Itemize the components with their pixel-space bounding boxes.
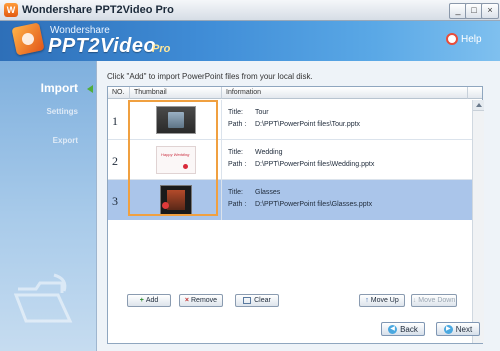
window-title: Wondershare PPT2Video Pro [22, 4, 174, 16]
clear-button[interactable]: Clear [235, 294, 279, 307]
app-header: Wondershare PPT2Video Pro Help [0, 21, 500, 61]
app-window: W Wondershare PPT2Video Pro _ □ × Wonder… [0, 0, 500, 351]
row-number: 1 [112, 114, 118, 128]
file-title-value: Tour [255, 109, 269, 116]
path-key: Path : [228, 201, 247, 208]
remove-button[interactable]: × Remove [179, 294, 223, 307]
instruction-text: Click "Add" to import PowerPoint files f… [107, 72, 313, 81]
back-arrow-icon: ◀ [388, 325, 398, 335]
lifebuoy-icon[interactable] [446, 33, 458, 45]
table-row-selected[interactable]: 3 Title: Glasses Path : D:\PPT\PowerPoint … [108, 180, 472, 220]
thumbnail-cell: Happy Wedding [130, 140, 222, 180]
main-content: Click "Add" to import PowerPoint files f… [96, 61, 500, 351]
table-row[interactable]: 1 Title: Tour Path : D:\PPT\PowerPoint fil… [108, 100, 472, 140]
title-key: Title: [228, 189, 243, 196]
file-title: Title: Glasses [228, 189, 280, 196]
file-path-value: D:\PPT\PowerPoint files\Tour.pptx [255, 121, 361, 128]
brand-product: PPT2Video [48, 35, 157, 57]
brand-edition: Pro [152, 43, 171, 55]
logo-icon [11, 22, 45, 56]
sidebar-item-import[interactable]: Import [0, 81, 96, 95]
column-header-information[interactable]: Information [222, 87, 467, 99]
column-header-no[interactable]: NO. [108, 87, 130, 99]
title-key: Title: [228, 109, 243, 116]
help-link[interactable]: Help [461, 34, 482, 45]
next-arrow-icon: ▶ [443, 325, 453, 335]
scroll-up-arrow-icon[interactable] [473, 100, 484, 111]
glasses-slide-thumbnail [160, 185, 192, 215]
move-up-button[interactable]: ↑ Move Up [359, 294, 405, 307]
close-button[interactable]: × [481, 3, 499, 19]
path-key: Path : [228, 161, 247, 168]
file-title-value: Glasses [255, 189, 281, 196]
clear-list-icon [243, 296, 252, 304]
add-button[interactable]: + Add [127, 294, 171, 307]
path-key: Path : [228, 121, 247, 128]
thumbnail-cell [130, 180, 222, 220]
folder-icon [14, 273, 73, 323]
file-path: Path : D:\PPT\PowerPoint files\Glasses.pp… [228, 201, 372, 208]
sidebar-item-export[interactable]: Export [0, 136, 96, 145]
title-bar[interactable]: W Wondershare PPT2Video Pro _ □ × [0, 0, 500, 21]
next-button[interactable]: ▶ Next [436, 322, 480, 336]
file-title: Title: Wedding [228, 149, 283, 156]
move-down-button[interactable]: ↓ Move Down [411, 294, 457, 307]
file-path: Path : D:\PPT\PowerPoint files\Wedding.pp… [228, 161, 374, 168]
row-number: 3 [112, 194, 118, 208]
sidebar: Import Settings Export [0, 61, 96, 351]
move-up-button-label: Move Up [370, 297, 399, 304]
arrow-down-icon: ↓ [412, 297, 417, 304]
photo-icon [167, 190, 185, 210]
table-row[interactable]: 2 Happy Wedding Title: Wedding Path : D:\P… [108, 140, 472, 180]
arrow-up-icon: ↑ [365, 297, 369, 304]
file-title-value: Wedding [255, 149, 283, 156]
app-icon: W [4, 3, 18, 17]
clear-button-label: Clear [254, 297, 271, 304]
title-key: Title: [228, 149, 243, 156]
file-path: Path : D:\PPT\PowerPoint files\Tour.pptx [228, 121, 360, 128]
column-header-corner [467, 87, 482, 99]
move-down-button-label: Move Down [418, 297, 456, 304]
plus-icon: + [139, 297, 144, 304]
row-number: 2 [112, 154, 118, 168]
decoration-icon [162, 202, 169, 209]
sidebar-item-settings[interactable]: Settings [0, 107, 96, 116]
file-path-value: D:\PPT\PowerPoint files\Glasses.pptx [255, 201, 373, 208]
file-title: Title: Tour [228, 109, 269, 116]
back-button-label: Back [400, 325, 418, 334]
add-button-label: Add [145, 297, 159, 304]
wedding-thumb-text: Happy Wedding [161, 152, 190, 157]
vertical-scrollbar[interactable] [472, 100, 484, 343]
column-header-thumbnail[interactable]: Thumbnail [130, 87, 222, 99]
tour-slide-thumbnail [156, 106, 196, 134]
file-path-value: D:\PPT\PowerPoint files\Wedding.pptx [255, 161, 375, 168]
heart-icon [183, 164, 188, 169]
back-button[interactable]: ◀ Back [381, 322, 425, 336]
active-arrow-icon [87, 85, 93, 93]
next-button-label: Next [455, 325, 473, 334]
remove-button-label: Remove [191, 297, 218, 304]
remove-x-icon: × [184, 297, 189, 304]
thumbnail-cell [130, 100, 222, 140]
wedding-slide-thumbnail: Happy Wedding [156, 146, 196, 174]
